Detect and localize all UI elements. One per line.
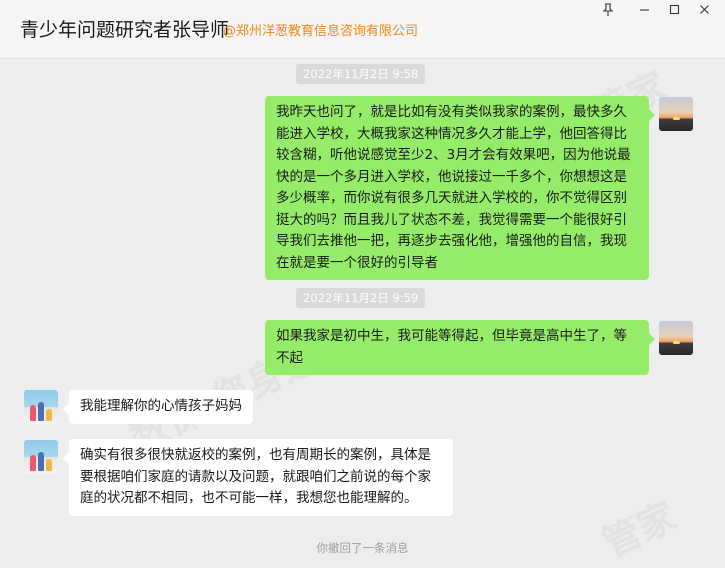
minimize-icon[interactable] [630, 0, 658, 18]
contact-avatar[interactable] [24, 440, 58, 474]
maximize-icon[interactable] [660, 0, 688, 18]
message-bubble-incoming[interactable]: 确实有很多很快就返校的案例，也有周期长的案例，具体是要根据咱们家庭的请款以及问题… [63, 439, 453, 516]
timestamp: 2022年11月2日 9:59 [296, 288, 426, 308]
close-icon[interactable] [690, 0, 718, 18]
message-bubble-outgoing[interactable]: 我昨天也问了，就是比如有没有类似我家的案例，最快多久能进入学校，大概我家这种情况… [265, 96, 655, 280]
pin-icon[interactable] [594, 0, 622, 18]
title-bar: 青少年问题研究者张导师 @郑州洋葱教育信息咨询有限公司 [0, 0, 725, 59]
message-bubble-outgoing[interactable]: 如果我家是初中生，我可能等得起，但毕竟是高中生了，等不起 [265, 320, 655, 375]
message-list[interactable]: 管家 数保 您身边的 管家 2022年11月2日 9:58 我昨天也问了，就是比… [0, 59, 725, 566]
my-avatar[interactable] [659, 97, 693, 131]
message-bubble-incoming[interactable]: 我能理解你的心情孩子妈妈 [63, 390, 253, 424]
company-name: @郑州洋葱教育信息咨询有限公司 [223, 24, 419, 39]
chat-window: 青少年问题研究者张导师 @郑州洋葱教育信息咨询有限公司 管家 数保 您身边的 管… [0, 0, 725, 566]
contact-name[interactable]: 青少年问题研究者张导师 [20, 15, 229, 42]
my-avatar[interactable] [659, 321, 693, 355]
recall-notice: 你撤回了一条消息 [316, 541, 409, 555]
contact-avatar[interactable] [24, 390, 58, 424]
timestamp: 2022年11月2日 9:58 [296, 64, 426, 84]
